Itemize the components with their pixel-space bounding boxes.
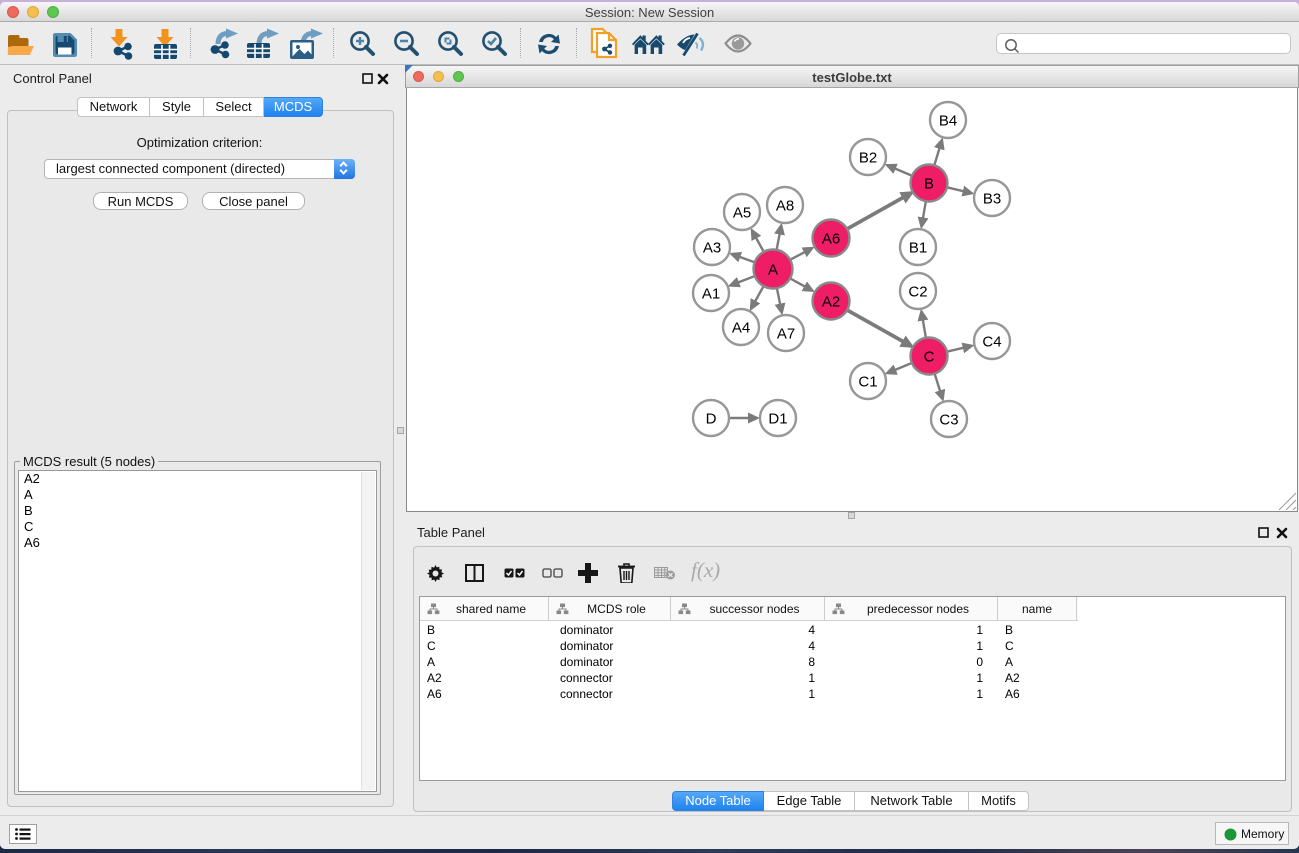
svg-text:C2: C2 [908, 284, 927, 301]
svg-text:D1: D1 [768, 411, 787, 428]
svg-text:B2: B2 [859, 150, 877, 167]
svg-text:B3: B3 [983, 191, 1001, 208]
svg-text:A2: A2 [822, 294, 840, 311]
svg-text:B4: B4 [939, 113, 957, 130]
svg-text:C: C [924, 349, 935, 366]
svg-text:C3: C3 [939, 412, 958, 429]
svg-text:B1: B1 [909, 240, 927, 257]
svg-text:A6: A6 [822, 231, 840, 248]
svg-text:A: A [768, 262, 778, 279]
svg-text:C1: C1 [858, 374, 877, 391]
svg-text:C4: C4 [982, 334, 1001, 351]
svg-text:A3: A3 [703, 240, 721, 257]
svg-text:A8: A8 [776, 198, 794, 215]
svg-text:B: B [924, 176, 934, 193]
svg-text:A1: A1 [702, 286, 720, 303]
svg-text:A7: A7 [777, 326, 795, 343]
svg-text:A4: A4 [732, 320, 750, 337]
svg-text:A5: A5 [733, 205, 751, 222]
svg-text:D: D [706, 411, 717, 428]
